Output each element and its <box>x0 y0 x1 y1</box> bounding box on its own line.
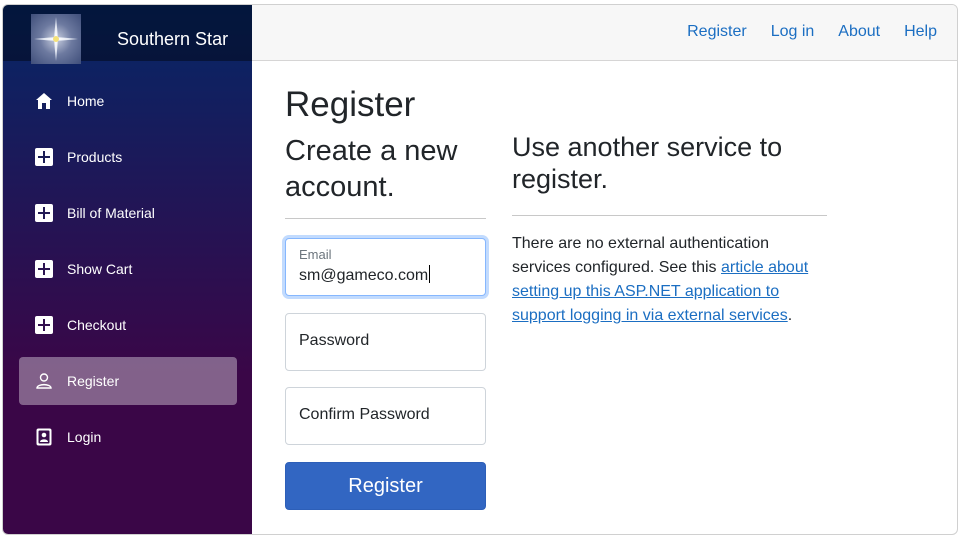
top-link-register[interactable]: Register <box>687 23 747 41</box>
email-field[interactable]: Email sm@gameco.com <box>285 238 486 296</box>
page-title: Register <box>285 85 416 124</box>
sidebar-item-label: Products <box>67 149 123 165</box>
external-title: Use another service to register. <box>512 131 827 195</box>
external-text-after: . <box>787 307 793 324</box>
confirm-password-field[interactable]: Confirm Password <box>285 387 486 445</box>
person-icon <box>35 372 53 390</box>
plus-icon <box>35 316 53 334</box>
sidebar-item-register[interactable]: Register <box>19 357 237 405</box>
sidebar-item-label: Home <box>67 93 105 109</box>
sidebar-item-label: Show Cart <box>67 261 133 277</box>
text-caret <box>429 265 431 283</box>
top-link-login[interactable]: Log in <box>771 23 815 41</box>
plus-icon <box>35 260 53 278</box>
app-window: Southern Star Home Products Bill of Mate… <box>2 4 958 535</box>
sidebar: Southern Star Home Products Bill of Mate… <box>3 5 252 534</box>
sidebar-item-label: Register <box>67 373 120 389</box>
top-link-help[interactable]: Help <box>904 23 937 41</box>
external-title-line1: Use another service to <box>512 132 783 162</box>
form-subtitle-line2: account. <box>285 171 395 203</box>
sidebar-item-label: Login <box>67 429 102 445</box>
home-icon <box>35 92 53 110</box>
plus-icon <box>35 148 53 166</box>
sidebar-item-label: Checkout <box>67 317 127 333</box>
plus-icon <box>35 204 53 222</box>
sidebar-item-show-cart[interactable]: Show Cart <box>19 245 237 293</box>
star-logo <box>31 14 81 64</box>
sidebar-item-bill-of-material[interactable]: Bill of Material <box>19 189 237 237</box>
form-subtitle: Create a new account. <box>285 133 486 205</box>
register-button[interactable]: Register <box>285 462 486 510</box>
sidebar-nav: Home Products Bill of Material Show Cart <box>19 77 237 469</box>
register-form-section: Create a new account. <box>285 133 486 205</box>
external-title-line2: register. <box>512 164 609 194</box>
sidebar-item-products[interactable]: Products <box>19 133 237 181</box>
form-subtitle-line1: Create a new <box>285 135 458 167</box>
password-placeholder: Password <box>299 332 370 349</box>
brand-name[interactable]: Southern Star <box>117 29 228 50</box>
top-row: Register Log in About Help <box>252 5 957 61</box>
email-value: sm@gameco.com <box>299 265 431 285</box>
password-field[interactable]: Password <box>285 313 486 371</box>
external-login-section: Use another service to register. There ar… <box>512 131 827 324</box>
divider <box>512 215 827 216</box>
email-label: Email <box>299 247 332 262</box>
external-info-text: There are no external authentication ser… <box>512 232 827 328</box>
badge-icon <box>35 428 53 446</box>
divider <box>285 218 486 219</box>
top-nav: Register Log in About Help <box>687 23 937 41</box>
sidebar-item-label: Bill of Material <box>67 205 155 221</box>
brand-bar: Southern Star <box>3 5 252 64</box>
sidebar-item-login[interactable]: Login <box>19 413 237 461</box>
sidebar-item-checkout[interactable]: Checkout <box>19 301 237 349</box>
email-text: sm@gameco.com <box>299 267 429 284</box>
top-link-about[interactable]: About <box>838 23 880 41</box>
confirm-password-placeholder: Confirm Password <box>299 406 430 423</box>
sidebar-item-home[interactable]: Home <box>19 77 237 125</box>
